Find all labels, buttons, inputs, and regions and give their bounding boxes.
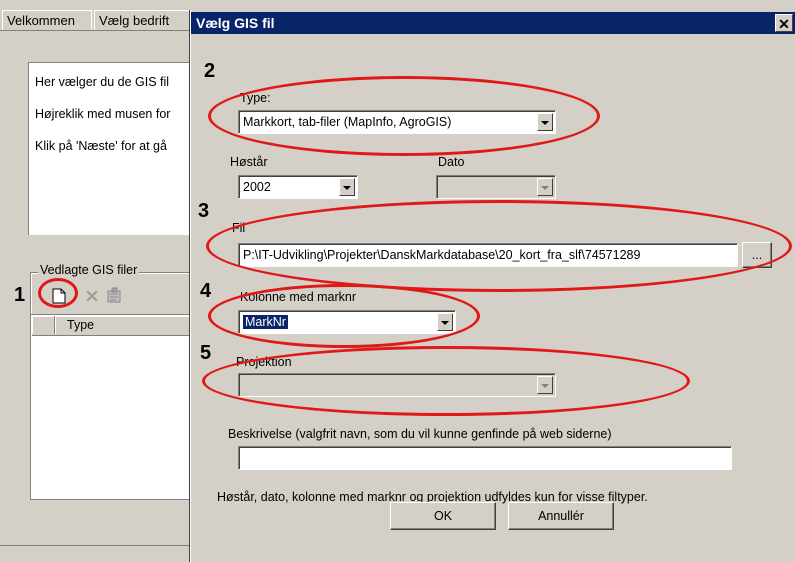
annotation-ellipse-3: [206, 200, 792, 292]
description-input[interactable]: [238, 446, 732, 470]
ok-button[interactable]: OK: [390, 502, 496, 530]
harvest-year-label: Høstår: [230, 155, 268, 169]
info-line: Højreklik med musen for: [35, 107, 171, 121]
annotation-number-5: 5: [200, 342, 212, 364]
list-header: Type: [32, 316, 194, 336]
harvest-year-value: 2002: [243, 180, 271, 194]
gis-files-group-label: Vedlagte GIS filer: [38, 263, 140, 277]
column-header-icon[interactable]: [32, 316, 55, 334]
chevron-down-icon[interactable]: [537, 178, 553, 196]
description-label: Beskrivelse (valgfrit navn, som du vil k…: [228, 427, 612, 441]
annotation-ellipse-1: [38, 278, 78, 308]
harvest-year-dropdown[interactable]: 2002: [238, 175, 358, 199]
annotation-ellipse-5: [202, 346, 690, 416]
annotation-number-4: 4: [200, 280, 212, 302]
properties-icon[interactable]: [106, 287, 122, 303]
annotation-ellipse-4: [208, 284, 480, 348]
annotation-number-2: 2: [204, 60, 216, 82]
annotation-number-3: 3: [198, 200, 210, 222]
info-line: Klik på 'Næste' for at gå: [35, 139, 167, 153]
chevron-down-icon[interactable]: [339, 178, 355, 196]
tab-divider: [0, 30, 200, 31]
delete-icon[interactable]: [86, 290, 98, 302]
date-label: Dato: [438, 155, 465, 169]
annotation-ellipse-2: [208, 76, 600, 156]
info-panel: Her vælger du de GIS fil Højreklik med m…: [28, 62, 195, 235]
annotation-number-1: 1: [14, 284, 26, 306]
date-dropdown[interactable]: [436, 175, 556, 199]
info-line: Her vælger du de GIS fil: [35, 75, 170, 89]
close-button[interactable]: ✕: [775, 14, 793, 32]
dialog-title: Vælg GIS fil: [191, 12, 795, 34]
cancel-button[interactable]: Annullér: [508, 502, 614, 530]
divider: [0, 545, 200, 546]
column-header-type[interactable]: Type: [55, 316, 195, 334]
tab-velkommen[interactable]: Velkommen: [2, 10, 92, 30]
gis-files-list[interactable]: [30, 314, 197, 499]
tab-vaelg-bedrift[interactable]: Vælg bedrift: [94, 10, 192, 30]
